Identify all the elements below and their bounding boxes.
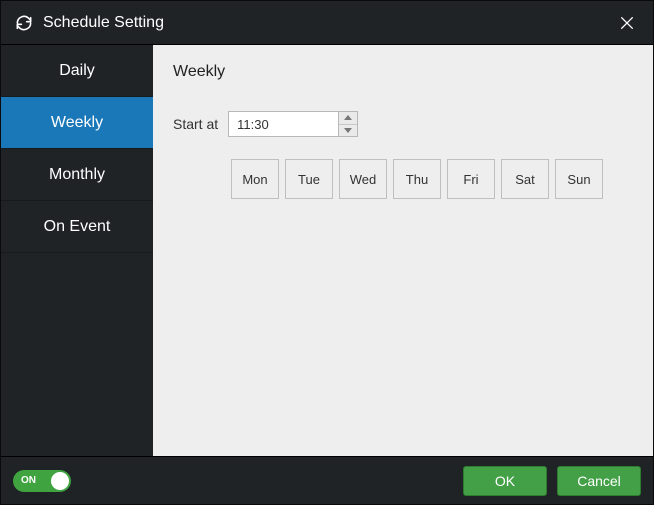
dialog-title: Schedule Setting bbox=[43, 14, 613, 32]
start-at-label: Start at bbox=[173, 116, 218, 132]
ok-button[interactable]: OK bbox=[463, 466, 547, 496]
start-time-row: Start at bbox=[173, 111, 633, 137]
spinner-down-button[interactable] bbox=[339, 125, 357, 137]
close-button[interactable] bbox=[613, 9, 641, 37]
spinner-up-button[interactable] bbox=[339, 112, 357, 125]
sidebar-tab-weekly[interactable]: Weekly bbox=[1, 97, 153, 149]
schedule-setting-dialog: Schedule Setting Daily Weekly Monthly On… bbox=[0, 0, 654, 505]
toggle-knob bbox=[51, 472, 69, 490]
titlebar: Schedule Setting bbox=[1, 1, 653, 45]
sidebar: Daily Weekly Monthly On Event bbox=[1, 45, 153, 456]
spinner-arrows bbox=[338, 111, 358, 137]
dialog-body: Daily Weekly Monthly On Event Weekly Sta… bbox=[1, 45, 653, 456]
close-icon bbox=[619, 15, 635, 31]
chevron-down-icon bbox=[344, 128, 352, 133]
day-toggle-sat[interactable]: Sat bbox=[501, 159, 549, 199]
day-toggle-tue[interactable]: Tue bbox=[285, 159, 333, 199]
dialog-footer: ON OK Cancel bbox=[1, 456, 653, 504]
sidebar-tab-on-event[interactable]: On Event bbox=[1, 201, 153, 253]
start-time-spinner bbox=[228, 111, 358, 137]
day-toggle-thu[interactable]: Thu bbox=[393, 159, 441, 199]
sync-icon bbox=[15, 14, 33, 32]
panel-heading: Weekly bbox=[173, 63, 633, 81]
main-panel: Weekly Start at Mon bbox=[153, 45, 653, 456]
days-of-week: Mon Tue Wed Thu Fri Sat Sun bbox=[231, 159, 633, 199]
sidebar-tab-daily[interactable]: Daily bbox=[1, 45, 153, 97]
toggle-label: ON bbox=[21, 475, 36, 486]
cancel-button[interactable]: Cancel bbox=[557, 466, 641, 496]
schedule-enabled-toggle[interactable]: ON bbox=[13, 470, 71, 492]
sidebar-tab-monthly[interactable]: Monthly bbox=[1, 149, 153, 201]
day-toggle-mon[interactable]: Mon bbox=[231, 159, 279, 199]
chevron-up-icon bbox=[344, 115, 352, 120]
day-toggle-fri[interactable]: Fri bbox=[447, 159, 495, 199]
day-toggle-wed[interactable]: Wed bbox=[339, 159, 387, 199]
day-toggle-sun[interactable]: Sun bbox=[555, 159, 603, 199]
start-time-input[interactable] bbox=[228, 111, 338, 137]
